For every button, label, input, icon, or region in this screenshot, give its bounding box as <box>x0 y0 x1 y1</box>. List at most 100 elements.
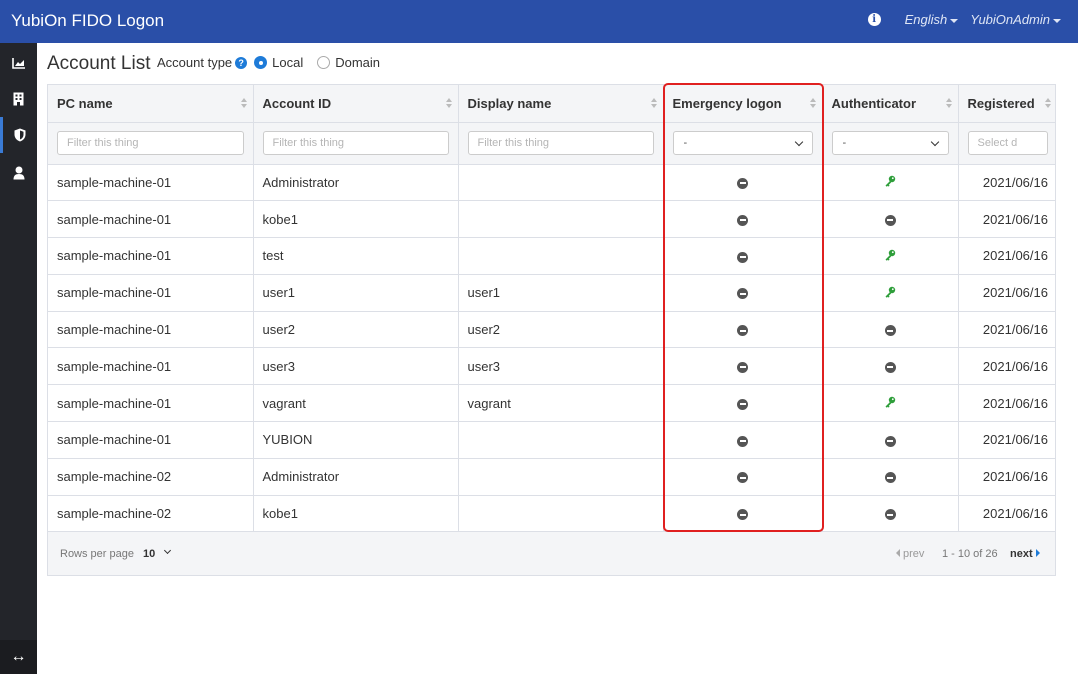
cell-display-name: user2 <box>458 311 664 349</box>
key-icon <box>884 175 896 190</box>
cell-emergency-logon <box>663 164 823 202</box>
table-row[interactable]: sample-machine-01 user2 user2 2021/06/16 <box>48 311 1055 349</box>
arrows-horizontal-icon: ↔ <box>10 648 27 665</box>
app-title[interactable]: YubiOn FIDO Logon <box>11 11 164 31</box>
help-icon[interactable]: ? <box>235 56 248 69</box>
chevron-right-icon <box>1035 549 1040 557</box>
column-header-pc-name[interactable]: PC name <box>48 85 254 123</box>
cell-pc-name: sample-machine-01 <box>48 384 254 423</box>
sort-icon <box>445 98 452 109</box>
minus-circle-icon <box>737 509 748 521</box>
cell-pc-name: sample-machine-01 <box>48 237 254 275</box>
account-type-selector: Account type ? Local Domain <box>157 55 380 70</box>
cell-authenticator <box>822 384 959 423</box>
table-row[interactable]: sample-machine-02 kobe1 2021/06/16 <box>48 495 1055 533</box>
cell-account-id: kobe1 <box>253 495 459 533</box>
cell-account-id: vagrant <box>253 384 459 423</box>
cell-pc-name: sample-machine-02 <box>48 458 254 496</box>
key-icon <box>884 286 896 301</box>
cell-authenticator <box>822 347 959 386</box>
chevron-left-icon <box>896 549 900 557</box>
language-dropdown[interactable]: English <box>905 12 959 27</box>
column-header-display-name[interactable]: Display name <box>458 85 664 123</box>
radio-local-label[interactable]: Local <box>272 55 303 70</box>
cell-registered: 2021/06/16 <box>958 458 1055 496</box>
cell-display-name: user3 <box>458 347 664 386</box>
sidebar-item-users[interactable] <box>0 155 37 191</box>
cell-authenticator <box>822 311 959 349</box>
minus-circle-icon <box>884 214 896 226</box>
minus-circle-icon <box>884 472 896 484</box>
rows-per-page-select[interactable]: 10 <box>143 548 155 560</box>
radio-local[interactable] <box>254 56 268 69</box>
cell-authenticator <box>822 274 959 312</box>
pagination-range: 1 - 10 of 26 <box>942 548 998 560</box>
sidebar-item-dashboard[interactable] <box>0 45 37 81</box>
filter-pc-name-input[interactable] <box>57 131 244 155</box>
cell-registered: 2021/06/16 <box>958 421 1055 459</box>
filter-display-name-input[interactable] <box>467 131 654 155</box>
sort-icon <box>945 98 952 109</box>
minus-circle-icon <box>737 361 748 373</box>
cell-authenticator <box>822 421 959 459</box>
cell-pc-name: sample-machine-01 <box>48 274 254 312</box>
table-row[interactable]: sample-machine-01 Administrator 2021/06/16 <box>48 164 1055 202</box>
user-label: YubiOnAdmin <box>970 12 1050 27</box>
cell-pc-name: sample-machine-01 <box>48 200 254 239</box>
cell-pc-name: sample-machine-02 <box>48 495 254 533</box>
table-row[interactable]: sample-machine-01 YUBION 2021/06/16 <box>48 421 1055 459</box>
cell-display-name <box>458 237 664 275</box>
top-navbar: YubiOn FIDO Logon i English YubiOnAdmin <box>0 0 1078 43</box>
column-header-registered[interactable]: Registered <box>958 85 1055 123</box>
cell-emergency-logon <box>663 495 823 533</box>
cell-account-id: YUBION <box>253 421 459 459</box>
cell-account-id: user1 <box>253 274 459 312</box>
radio-domain-label[interactable]: Domain <box>335 55 380 70</box>
cell-display-name <box>458 458 664 496</box>
filter-registered-date-input[interactable] <box>967 131 1048 155</box>
user-menu-dropdown[interactable]: YubiOnAdmin <box>970 12 1061 27</box>
chevron-down-icon[interactable] <box>163 546 172 555</box>
column-header-emergency-logon[interactable]: Emergency logon <box>663 85 823 123</box>
table-row[interactable]: sample-machine-01 vagrant vagrant 2021/06/1… <box>48 384 1055 423</box>
sidebar-item-security[interactable] <box>0 117 37 153</box>
filter-authenticator-select[interactable]: - <box>831 131 949 155</box>
sort-icon <box>650 98 657 109</box>
cell-display-name: vagrant <box>458 384 664 423</box>
account-type-label: Account type <box>157 55 233 70</box>
table-row[interactable]: sample-machine-01 user1 user1 2021/06/16 <box>48 274 1055 312</box>
table-row[interactable]: sample-machine-01 test 2021/06/16 <box>48 237 1055 275</box>
minus-circle-icon <box>737 472 748 484</box>
cell-account-id: Administrator <box>253 458 459 496</box>
minus-circle-icon <box>737 177 748 189</box>
cell-registered: 2021/06/16 <box>958 164 1055 202</box>
table-row[interactable]: sample-machine-01 user3 user3 2021/06/16 <box>48 347 1055 386</box>
filter-account-id-input[interactable] <box>262 131 449 155</box>
minus-circle-icon <box>884 325 896 337</box>
cell-registered: 2021/06/16 <box>958 237 1055 275</box>
table-row[interactable]: sample-machine-01 kobe1 2021/06/16 <box>48 200 1055 239</box>
next-page-button[interactable]: next <box>1010 548 1040 560</box>
minus-circle-icon <box>884 509 896 521</box>
filter-emergency-logon-select[interactable]: - <box>672 131 813 155</box>
cell-display-name <box>458 164 664 202</box>
minus-circle-icon <box>737 398 748 410</box>
cell-emergency-logon <box>663 347 823 386</box>
radio-domain[interactable] <box>317 56 331 69</box>
column-header-account-id[interactable]: Account ID <box>253 85 459 123</box>
cell-registered: 2021/06/16 <box>958 311 1055 349</box>
column-header-authenticator[interactable]: Authenticator <box>822 85 959 123</box>
cell-emergency-logon <box>663 200 823 239</box>
chevron-down-icon <box>1053 18 1061 23</box>
chevron-down-icon <box>950 18 959 23</box>
info-icon[interactable]: i <box>867 13 881 26</box>
prev-page-button[interactable]: prev <box>896 548 924 560</box>
minus-circle-icon <box>737 435 748 447</box>
user-icon <box>13 166 24 180</box>
sidebar-item-organization[interactable] <box>0 81 37 117</box>
minus-circle-icon <box>737 214 748 226</box>
cell-account-id: user3 <box>253 347 459 386</box>
cell-pc-name: sample-machine-01 <box>48 311 254 349</box>
table-row[interactable]: sample-machine-02 Administrator 2021/06/16 <box>48 458 1055 496</box>
sidebar-collapse-button[interactable]: ↔ <box>0 640 37 674</box>
